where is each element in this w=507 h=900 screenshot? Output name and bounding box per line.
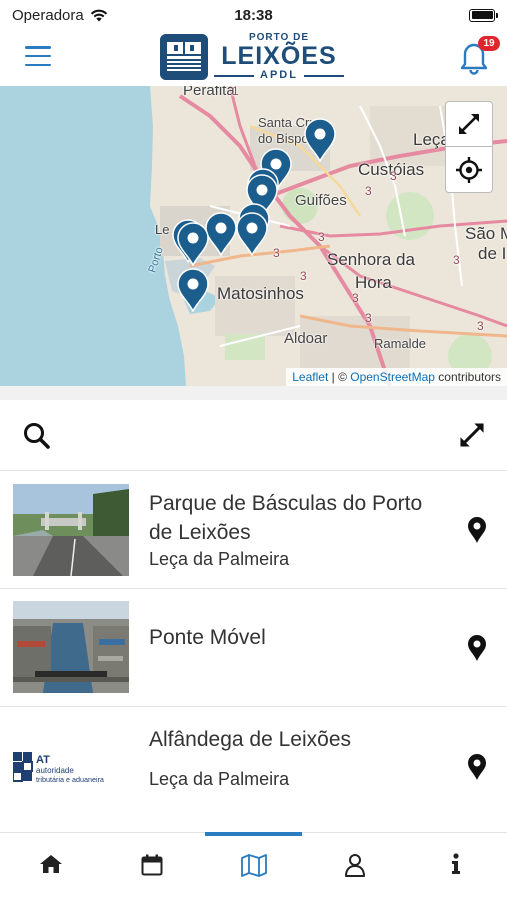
at-logo-code: AT <box>36 754 50 766</box>
tab-profile[interactable] <box>304 833 405 900</box>
route-number: 3 <box>352 291 359 305</box>
notification-badge: 19 <box>478 36 500 51</box>
list-item[interactable]: Parque de Básculas do Porto de Leixões L… <box>0 470 507 588</box>
route-number: 3 <box>300 269 307 283</box>
route-number: 3 <box>453 253 460 267</box>
carrier-name: Operadora <box>12 6 84 24</box>
map-icon <box>240 854 267 877</box>
route-number: 3 <box>273 246 280 260</box>
road-photo-thumbnail <box>13 484 129 576</box>
hamburger-menu-button[interactable] <box>25 44 51 68</box>
map-label-senhora-da: Senhora da <box>327 250 415 269</box>
at-logo-line1: autoridade <box>36 766 74 775</box>
map-label-le: Le <box>155 222 170 237</box>
item-title: Parque de Básculas do Porto de Leixões <box>149 492 423 544</box>
map-label-perafita: Perafita <box>183 86 235 99</box>
battery-icon <box>469 8 498 22</box>
list-toolbar <box>0 400 507 470</box>
carrier-group: Operadora <box>12 7 108 24</box>
expand-list-button[interactable] <box>457 420 487 450</box>
item-subtitle: Leça da Palmeira <box>149 549 290 569</box>
tab-home[interactable] <box>0 833 101 900</box>
expand-arrows-icon <box>460 423 484 447</box>
attribution-separator: | © <box>328 370 351 384</box>
route-number: 3 <box>365 311 372 325</box>
logo-wordmark: PORTO DE LEIXÕES APDL <box>214 33 344 81</box>
bottom-tab-bar <box>0 832 507 900</box>
tab-map[interactable] <box>203 832 304 900</box>
item-title: Ponte Móvel <box>149 626 266 649</box>
home-icon <box>39 855 62 873</box>
route-number: 3 <box>390 169 397 183</box>
section-divider <box>0 386 507 400</box>
leaflet-link[interactable]: Leaflet <box>292 370 328 384</box>
port-aerial-photo-thumbnail <box>13 601 129 693</box>
map-marker[interactable] <box>235 212 269 256</box>
map-label-guifoes: Guifões <box>295 192 347 209</box>
map-fullscreen-button[interactable] <box>445 101 493 147</box>
porto-de-leixoes-logo: PORTO DE LEIXÕES APDL <box>160 33 362 81</box>
map-marker[interactable] <box>303 118 337 162</box>
poi-list: Parque de Básculas do Porto de Leixões L… <box>0 470 507 824</box>
info-icon <box>452 853 461 874</box>
app-header: PORTO DE LEIXÕES APDL <box>0 30 507 86</box>
map-label-matosinhos: Matosinhos <box>217 284 304 303</box>
route-number: 1 <box>232 86 239 98</box>
item-subtitle: Leça da Palmeira <box>149 769 290 789</box>
location-pin-icon[interactable] <box>466 634 488 662</box>
route-number: 3 <box>477 319 484 333</box>
map-locate-button[interactable] <box>445 147 493 193</box>
item-title: Alfândega de Leixões <box>149 728 351 751</box>
location-pin-icon[interactable] <box>466 753 488 781</box>
logo-line3: APDL <box>260 69 298 81</box>
wifi-icon <box>90 9 107 21</box>
calendar-icon <box>141 854 163 876</box>
tab-calendar[interactable] <box>101 833 202 900</box>
map-attribution: Leaflet | © OpenStreetMap contributors <box>286 368 507 386</box>
logo-line2: LEIXÕES <box>221 42 337 70</box>
status-bar: Operadora 18:38 <box>0 0 507 30</box>
expand-arrows-icon <box>459 114 479 134</box>
map-label-ramalde: Ramalde <box>374 336 427 351</box>
map-label-sao-m: São M <box>465 224 507 243</box>
route-number: 3 <box>318 230 325 244</box>
map-marker[interactable] <box>176 222 210 266</box>
attribution-suffix: contributors <box>434 370 501 384</box>
map-label-hora: Hora <box>355 273 392 292</box>
openstreetmap-link[interactable]: OpenStreetMap <box>350 370 435 384</box>
map-view[interactable]: Perafita Santa Cruz do Bispo Leça Custói… <box>0 86 507 386</box>
crosshair-icon <box>456 156 482 183</box>
route-number: 3 <box>365 184 372 198</box>
user-icon <box>344 854 365 877</box>
map-marker[interactable] <box>176 268 210 312</box>
map-label-de-i: de I <box>478 244 507 263</box>
location-pin-icon[interactable] <box>466 516 488 544</box>
list-item[interactable]: Ponte Móvel <box>0 588 507 706</box>
list-item[interactable]: AT autoridade tributária e aduaneira Alf… <box>0 706 507 824</box>
search-button[interactable] <box>22 421 52 451</box>
apdl-logo-mark <box>160 34 208 80</box>
map-label-aldoar: Aldoar <box>284 330 328 347</box>
at-logo-line2: tributária e aduaneira <box>36 775 104 784</box>
tab-info[interactable] <box>406 833 507 900</box>
search-icon <box>24 423 50 449</box>
at-logo-thumbnail: AT autoridade tributária e aduaneira <box>13 720 129 812</box>
